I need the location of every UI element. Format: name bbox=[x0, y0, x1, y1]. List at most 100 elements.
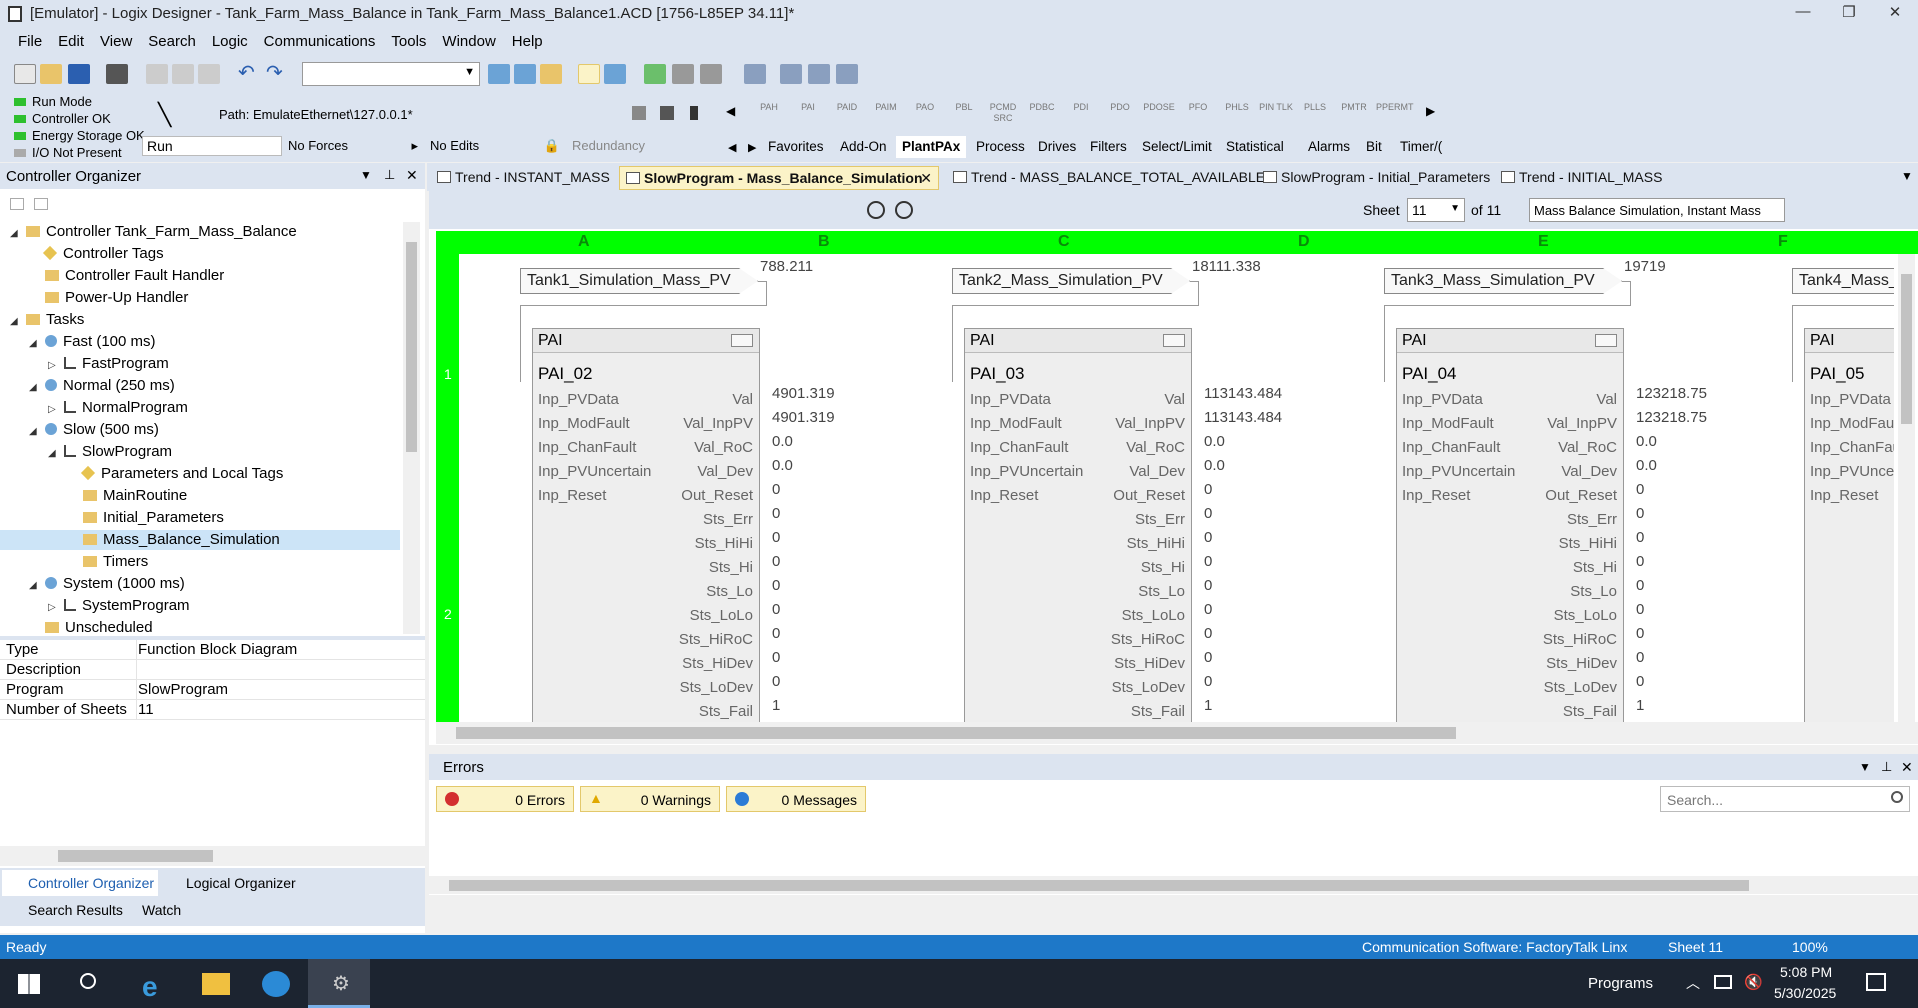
output-pin-val-roc[interactable]: Val_RoC bbox=[1558, 439, 1617, 456]
output-pin-sts-lo[interactable]: Sts_Lo bbox=[1570, 583, 1617, 600]
verify-routine-icon[interactable] bbox=[604, 64, 626, 84]
tree-item-fast-100-ms[interactable]: ◢ Fast (100 ms) bbox=[0, 332, 400, 352]
minimize-button[interactable]: — bbox=[1780, 3, 1826, 27]
block-properties-button[interactable] bbox=[1163, 334, 1185, 347]
close-tab-icon[interactable]: ✕ bbox=[920, 170, 932, 187]
menu-file[interactable]: File bbox=[10, 33, 50, 50]
search-combo[interactable]: ▼ bbox=[302, 62, 480, 86]
tree-item-slow-500-ms[interactable]: ◢ Slow (500 ms) bbox=[0, 420, 400, 440]
input-pin-inp-modfault[interactable]: Inp_ModFault bbox=[970, 415, 1062, 432]
chevron-up-icon[interactable]: ︿ bbox=[1686, 973, 1700, 993]
close-organizer-icon[interactable]: ✕ bbox=[406, 167, 418, 184]
output-pin-val-inppv[interactable]: Val_InpPV bbox=[1115, 415, 1185, 432]
instruction-paid-icon[interactable]: PAID bbox=[830, 102, 864, 124]
tree-item-normalprogram[interactable]: ▷ NormalProgram bbox=[0, 398, 400, 418]
output-pin-sts-lodev[interactable]: Sts_LoDev bbox=[1544, 679, 1617, 696]
output-pin-out-reset[interactable]: Out_Reset bbox=[681, 487, 753, 504]
menu-tools[interactable]: Tools bbox=[383, 33, 434, 50]
output-pin-sts-lo[interactable]: Sts_Lo bbox=[1138, 583, 1185, 600]
block-properties-button[interactable] bbox=[1595, 334, 1617, 347]
instruction-pdo-icon[interactable]: PDO bbox=[1103, 102, 1137, 124]
instruction-pdi-icon[interactable]: PDI bbox=[1064, 102, 1098, 124]
input-pin-inp-reset[interactable]: Inp_Reset bbox=[1810, 487, 1878, 504]
menu-help[interactable]: Help bbox=[504, 33, 551, 50]
tree-item-unscheduled[interactable]: Unscheduled bbox=[0, 618, 400, 638]
upload-icon[interactable] bbox=[672, 64, 694, 84]
output-pin-val-roc[interactable]: Val_RoC bbox=[1126, 439, 1185, 456]
tree-item-parameters-and-local-tags[interactable]: Parameters and Local Tags bbox=[0, 464, 400, 484]
expand-toggle-icon[interactable]: ▷ bbox=[48, 356, 60, 376]
sheet-selector[interactable]: 11 ▼ bbox=[1407, 198, 1465, 222]
tree-item-mass-balance-simulation[interactable]: Mass_Balance_Simulation bbox=[0, 530, 400, 550]
instruction-pdbc-icon[interactable]: PDBC bbox=[1025, 102, 1059, 124]
errors-close-icon[interactable]: ✕ bbox=[1901, 759, 1913, 776]
instruction-ppermt-icon[interactable]: PPERMT bbox=[1376, 102, 1414, 124]
output-pin-val-dev[interactable]: Val_Dev bbox=[697, 463, 753, 480]
tree-item-fastprogram[interactable]: ▷ FastProgram bbox=[0, 354, 400, 374]
errors-dropdown-icon[interactable]: ▼ bbox=[1859, 760, 1871, 774]
tab-scroll-left-icon[interactable]: ◀ bbox=[728, 141, 736, 154]
errors-filter-button[interactable]: 0 Errors bbox=[436, 786, 574, 812]
output-pin-sts-lolo[interactable]: Sts_LoLo bbox=[1122, 607, 1185, 624]
block-properties-button[interactable] bbox=[731, 334, 753, 347]
tabs-dropdown-icon[interactable]: ▼ bbox=[1901, 169, 1913, 183]
expand-toggle-icon[interactable]: ◢ bbox=[29, 576, 41, 596]
network-icon[interactable] bbox=[660, 106, 674, 120]
output-pin-val-dev[interactable]: Val_Dev bbox=[1561, 463, 1617, 480]
tab-watch[interactable]: Watch bbox=[122, 902, 181, 918]
instruction-pbl-icon[interactable]: PBL bbox=[947, 102, 981, 124]
input-pin-inp-pvuncertain[interactable]: Inp_PVUncertain bbox=[1810, 463, 1894, 480]
download-icon[interactable] bbox=[644, 64, 666, 84]
output-pin-val[interactable]: Val bbox=[1164, 391, 1185, 408]
input-pin-inp-modfault[interactable]: Inp_ModFault bbox=[538, 415, 630, 432]
tree-item-mainroutine[interactable]: MainRoutine bbox=[0, 486, 400, 506]
menu-logic[interactable]: Logic bbox=[204, 33, 256, 50]
tab-trend-mass-balance-total-available[interactable]: Trend - MASS_BALANCE_TOTAL_AVAILABLE bbox=[947, 166, 1265, 190]
instruction-tab-selectlimit[interactable]: Select/Limit bbox=[1136, 136, 1218, 158]
function-block-pai-03[interactable]: PAI PAI_03 Inp_PVData Inp_ModFault Inp_ChanF… bbox=[964, 328, 1192, 722]
instruction-phls-icon[interactable]: PHLS bbox=[1220, 102, 1254, 124]
tree-item-normal-250-ms[interactable]: ◢ Normal (250 ms) bbox=[0, 376, 400, 396]
menu-edit[interactable]: Edit bbox=[50, 33, 92, 50]
organizer-hscroll[interactable] bbox=[0, 846, 425, 866]
programs-label[interactable]: Programs bbox=[1588, 975, 1653, 992]
output-pin-sts-err[interactable]: Sts_Err bbox=[1135, 511, 1185, 528]
cut-icon[interactable] bbox=[146, 64, 168, 84]
restore-button[interactable]: ❐ bbox=[1826, 3, 1872, 27]
instruction-tab-timer[interactable]: Timer/( bbox=[1394, 136, 1448, 158]
accept-edits-icon[interactable] bbox=[700, 64, 722, 84]
find-next-icon[interactable] bbox=[514, 64, 536, 84]
expand-all-icon[interactable] bbox=[34, 198, 48, 210]
input-pin-inp-reset[interactable]: Inp_Reset bbox=[538, 487, 606, 504]
app-taskbar-icon[interactable] bbox=[262, 971, 290, 997]
input-pin-inp-chanfault[interactable]: Inp_ChanFault bbox=[970, 439, 1068, 456]
output-pin-sts-hihi[interactable]: Sts_HiHi bbox=[695, 535, 753, 552]
tree-item-controller-fault-handler[interactable]: Controller Fault Handler bbox=[0, 266, 400, 286]
logix-taskbar-icon[interactable]: ⚙ bbox=[308, 959, 370, 1008]
input-pin-inp-pvdata[interactable]: Inp_PVData bbox=[1810, 391, 1891, 408]
tab-search-results[interactable]: Search Results bbox=[8, 902, 123, 918]
undo-icon[interactable]: ↶ bbox=[238, 60, 260, 84]
input-pin-inp-chanfault[interactable]: Inp_ChanFault bbox=[538, 439, 636, 456]
output-pin-sts-hihi[interactable]: Sts_HiHi bbox=[1559, 535, 1617, 552]
expand-toggle-icon[interactable]: ▷ bbox=[48, 400, 60, 420]
cross-reference-icon[interactable] bbox=[540, 64, 562, 84]
security-icon[interactable] bbox=[780, 64, 802, 84]
palette-scroll-left-icon[interactable]: ◀ bbox=[726, 104, 735, 118]
instruction-tab-statistical[interactable]: Statistical bbox=[1220, 136, 1290, 158]
tree-item-power-up-handler[interactable]: Power-Up Handler bbox=[0, 288, 400, 308]
input-reference-tank2-mass-simulation-pv[interactable]: Tank2_Mass_Simulation_PV bbox=[952, 268, 1190, 294]
instruction-pdose-icon[interactable]: PDOSE bbox=[1142, 102, 1176, 124]
instruction-tab-process[interactable]: Process bbox=[970, 136, 1031, 158]
instruction-tab-favorites[interactable]: Favorites bbox=[762, 136, 830, 158]
instruction-tab-bit[interactable]: Bit bbox=[1360, 136, 1388, 158]
menu-communications[interactable]: Communications bbox=[256, 33, 384, 50]
input-pin-inp-pvuncertain[interactable]: Inp_PVUncertain bbox=[1402, 463, 1515, 480]
output-pin-sts-hiroc[interactable]: Sts_HiRoC bbox=[1111, 631, 1185, 648]
edits-dropdown[interactable]: No Edits 🔒 bbox=[426, 136, 564, 156]
input-pin-inp-reset[interactable]: Inp_Reset bbox=[1402, 487, 1470, 504]
input-pin-inp-pvdata[interactable]: Inp_PVData bbox=[538, 391, 619, 408]
verify-controller-icon[interactable] bbox=[578, 64, 600, 84]
path-browse-icon[interactable] bbox=[632, 106, 646, 120]
tree-item-controller-tank-farm-mass-balance[interactable]: ◢ Controller Tank_Farm_Mass_Balance bbox=[0, 222, 400, 242]
